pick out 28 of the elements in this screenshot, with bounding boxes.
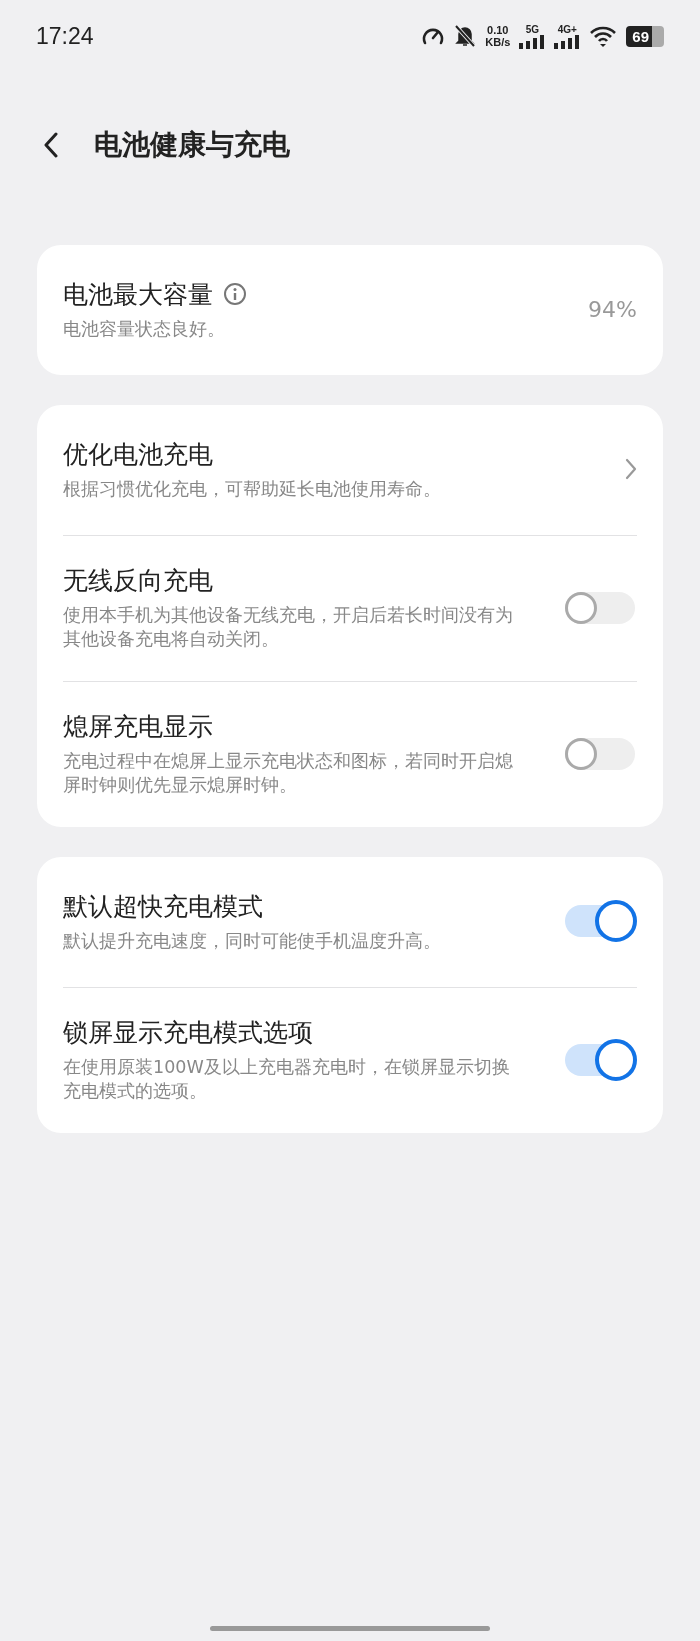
info-icon[interactable] <box>223 282 247 306</box>
setting-title: 默认超快充电模式 <box>63 890 263 923</box>
status-time: 17:24 <box>36 22 94 50</box>
setting-title: 熄屏充电显示 <box>63 711 213 743</box>
setting-description: 电池容量状态良好。 <box>63 317 226 341</box>
setting-description: 使用本手机为其他设备无线充电，开启后若长时间没有为其他设备充电将自动关闭。 <box>63 604 514 651</box>
signal-icon <box>554 34 581 49</box>
battery-indicator: 69 <box>626 25 664 47</box>
setting-description: 充电过程中在熄屏上显示充电状态和图标，若同时开启熄屏时钟则优先显示熄屏时钟。 <box>63 750 514 797</box>
toggle-switch[interactable] <box>563 1038 637 1081</box>
setting-value: 94% <box>588 296 637 322</box>
setting-title: 电池最大容量 <box>63 278 213 311</box>
setting-description: 默认提升充电速度，同时可能使手机温度升高。 <box>63 929 442 953</box>
setting-description: 根据习惯优化充电，可帮助延长电池使用寿命。 <box>63 477 442 501</box>
network-label: 5G <box>525 23 539 35</box>
speed-value: 0.10 <box>487 24 509 36</box>
network-label: 4G+ <box>557 23 577 35</box>
speed-unit: KB/s <box>485 36 511 48</box>
setting-title: 优化电池充电 <box>63 438 213 471</box>
signal-icon <box>519 34 546 49</box>
toggle-switch[interactable] <box>563 900 637 942</box>
wifi-icon <box>589 25 618 47</box>
chevron-right-icon[interactable] <box>625 458 637 480</box>
setting-title: 无线反向充电 <box>63 565 213 597</box>
muted-bell-icon <box>454 24 477 48</box>
setting-title: 锁屏显示充电模式选项 <box>63 1017 313 1049</box>
setting-description: 在使用原装100W及以上充电器充电时，在锁屏显示切换充电模式的选项。 <box>63 1056 511 1103</box>
page-title: 电池健康与充电 <box>94 127 290 163</box>
